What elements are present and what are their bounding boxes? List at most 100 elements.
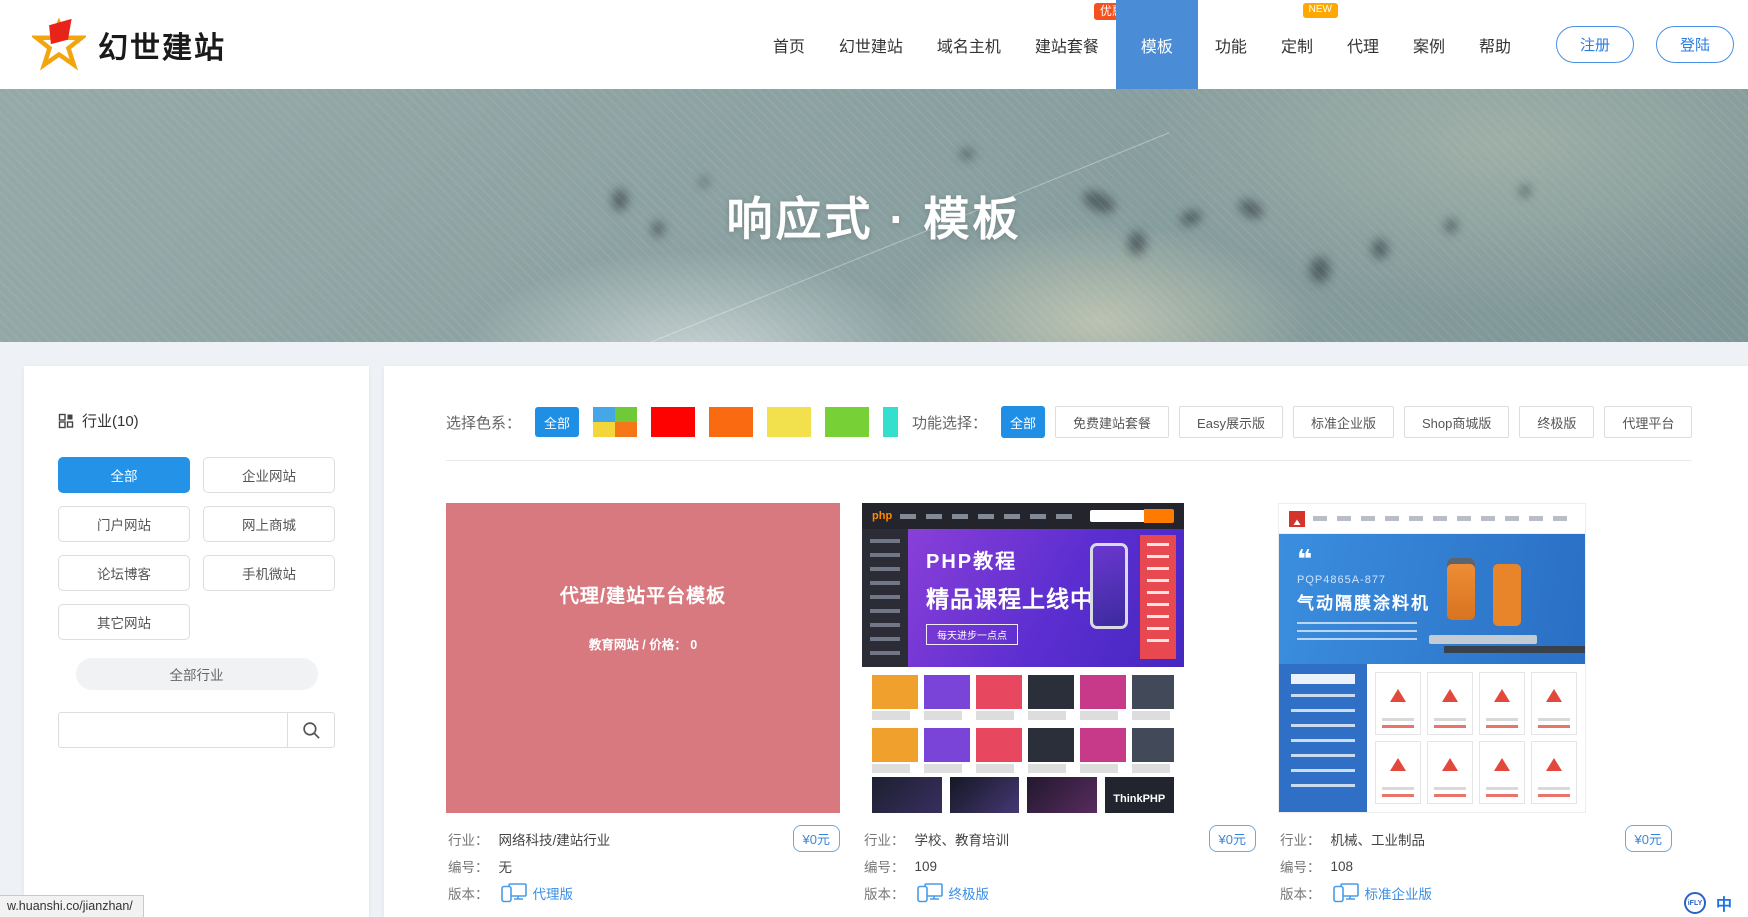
logo-star-icon	[32, 18, 86, 72]
code-label: 编号：	[448, 856, 489, 876]
preview-text-lines	[872, 711, 1174, 720]
industry-label: 行业：	[448, 829, 489, 849]
preview-text-lines	[1297, 622, 1417, 644]
preview-equipment-mock	[1421, 550, 1571, 648]
template-info: 行业： 机械、工业制品 编号： 108 版本： 标	[1278, 813, 1672, 903]
industry-header: 行业(10)	[58, 410, 335, 431]
ime-indicator: iFLY 中	[1684, 891, 1732, 915]
ime-ifly-icon[interactable]: iFLY	[1684, 892, 1706, 914]
search-input[interactable]	[58, 712, 287, 748]
color-swatch-multi[interactable]	[593, 407, 637, 437]
main-area: 行业(10) 全部 企业网站 门户网站 网上商城 论坛博客 手机微站 其它网站 …	[0, 342, 1748, 917]
nav-item-features[interactable]: 功能	[1198, 0, 1264, 89]
ime-lang[interactable]: 中	[1716, 891, 1732, 915]
code-value: 109	[915, 859, 938, 874]
function-shop[interactable]: Shop商城版	[1404, 406, 1509, 438]
color-swatch-yellow[interactable]	[767, 407, 811, 437]
function-all-button[interactable]: 全部	[1001, 406, 1045, 438]
devices-icon	[917, 883, 943, 903]
function-ultimate[interactable]: 终极版	[1519, 406, 1594, 438]
preview-promo-banner	[1140, 535, 1176, 659]
function-agent[interactable]: 代理平台	[1604, 406, 1692, 438]
price-badge: ¥0元	[1625, 825, 1672, 852]
function-free-package[interactable]: 免费建站套餐	[1055, 406, 1169, 438]
preview-site-header: php	[862, 503, 1184, 529]
header: 幻世建站 首页 幻世建站 域名主机 建站套餐 优惠 模板 功能 定制 NEW 代…	[0, 0, 1748, 89]
function-standard[interactable]: 标准企业版	[1293, 406, 1394, 438]
color-swatch-green[interactable]	[825, 407, 869, 437]
category-all[interactable]: 全部	[58, 457, 190, 493]
function-filter-label: 功能选择：	[912, 412, 987, 433]
nav-item-agent[interactable]: 代理	[1330, 0, 1396, 89]
all-industries-button[interactable]: 全部行业	[76, 658, 318, 690]
hero-banner: 响应式 · 模板	[0, 89, 1748, 342]
nav-item-packages[interactable]: 建站套餐 优惠	[1018, 0, 1116, 89]
version-label: 版本：	[864, 883, 905, 903]
code-label: 编号：	[864, 856, 905, 876]
template-preview-agency[interactable]: 代理/建站平台模板 教育网站 / 价格： 0	[446, 503, 840, 813]
devices-icon	[1333, 883, 1359, 903]
template-preview-education[interactable]: php PHP教程 精品课程上线中 每天进步一点点	[862, 503, 1184, 813]
search-icon	[302, 721, 321, 740]
logo-text: 幻世建站	[98, 23, 226, 67]
logo[interactable]: 幻世建站	[32, 18, 226, 72]
nav-item-domain-hosting[interactable]: 域名主机	[920, 0, 1018, 89]
category-mobile[interactable]: 手机微站	[203, 555, 335, 591]
industry-label: 行业：	[864, 829, 905, 849]
preview-title: 代理/建站平台模板	[560, 581, 726, 608]
preview-text-lines	[872, 764, 1174, 773]
industry-value: 网络科技/建站行业	[499, 829, 611, 849]
preview-product-grid	[1367, 664, 1585, 812]
version-link[interactable]: 代理版	[533, 883, 574, 903]
version-link[interactable]: 终极版	[949, 883, 990, 903]
preview-category-sidebar	[1279, 664, 1367, 812]
preview-site-logo: php	[872, 510, 892, 522]
preview-subtitle: 教育网站 / 价格： 0	[589, 634, 697, 653]
industry-label: 行业：	[1280, 829, 1321, 849]
price-badge: ¥0元	[793, 825, 840, 852]
preview-site-header	[1279, 504, 1585, 534]
filter-row: 选择色系： 全部 功能选择： 全部 免费建站套餐 Easy展示版 标准企业版 S…	[446, 406, 1692, 438]
color-swatch-orange[interactable]	[709, 407, 753, 437]
color-all-button[interactable]: 全部	[535, 407, 579, 437]
color-filter-label: 选择色系：	[446, 412, 521, 433]
template-card: ❝ PQP4865A-877 气动隔膜涂料机	[1278, 503, 1672, 910]
status-url: w.huanshi.co/jianzhan/	[0, 895, 144, 917]
color-swatch-teal[interactable]	[883, 407, 898, 437]
nav-item-home[interactable]: 首页	[756, 0, 822, 89]
preview-site-sidebar	[862, 529, 908, 667]
search-button[interactable]	[287, 712, 335, 748]
preview-dark-row: ThinkPHP	[872, 777, 1174, 813]
nav-item-cases[interactable]: 案例	[1396, 0, 1462, 89]
preview-course-row	[872, 728, 1174, 762]
function-easy[interactable]: Easy展示版	[1179, 406, 1283, 438]
template-card: 代理/建站平台模板 教育网站 / 价格： 0 行业： 网络科技/建站行业 编号：…	[446, 503, 840, 910]
version-label: 版本：	[1280, 883, 1321, 903]
category-enterprise[interactable]: 企业网站	[203, 457, 335, 493]
preview-lower-section	[1279, 664, 1585, 812]
template-preview-industrial[interactable]: ❝ PQP4865A-877 气动隔膜涂料机	[1278, 503, 1586, 813]
template-card: php PHP教程 精品课程上线中 每天进步一点点	[862, 503, 1256, 910]
category-forum-blog[interactable]: 论坛博客	[58, 555, 190, 591]
version-link[interactable]: 标准企业版	[1365, 883, 1433, 903]
auth-buttons: 注册 登陆	[1556, 26, 1734, 63]
login-button[interactable]: 登陆	[1656, 26, 1734, 63]
version-label: 版本：	[448, 883, 489, 903]
template-info: 行业： 网络科技/建站行业 编号： 无 版本： 代	[446, 813, 840, 903]
nav-item-templates[interactable]: 模板	[1116, 0, 1198, 89]
color-swatch-red[interactable]	[651, 407, 695, 437]
industry-header-label: 行业(10)	[82, 410, 139, 431]
register-button[interactable]: 注册	[1556, 26, 1634, 63]
category-mall[interactable]: 网上商城	[203, 506, 335, 542]
nav-item-huanshi[interactable]: 幻世建站	[822, 0, 920, 89]
nav-item-help[interactable]: 帮助	[1462, 0, 1528, 89]
industry-value: 学校、教育培训	[915, 829, 1010, 849]
sidebar-search	[58, 712, 335, 748]
category-portal[interactable]: 门户网站	[58, 506, 190, 542]
preview-course-row	[872, 675, 1174, 709]
grid-icon	[58, 413, 74, 429]
code-value: 108	[1331, 859, 1354, 874]
category-other[interactable]: 其它网站	[58, 604, 190, 640]
preview-hero-tag: 每天进步一点点	[926, 624, 1018, 645]
nav-item-custom[interactable]: 定制 NEW	[1264, 0, 1330, 89]
